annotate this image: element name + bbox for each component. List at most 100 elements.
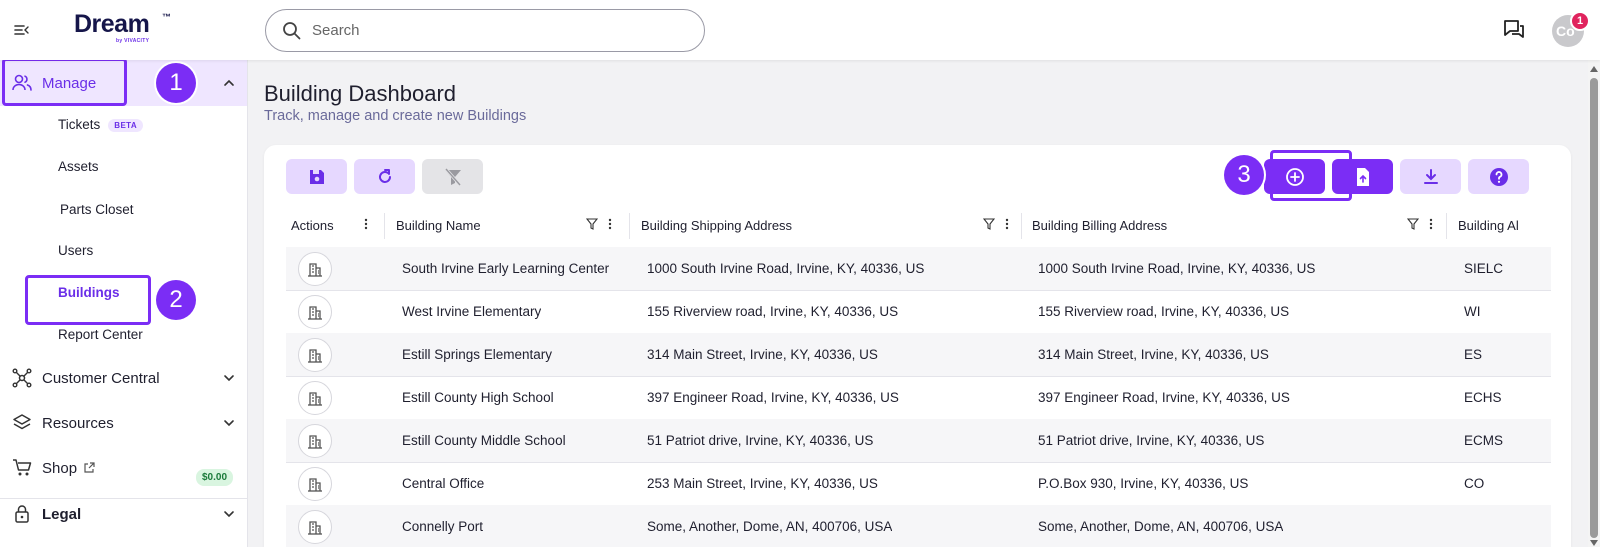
table-header: Actions Building Name Building Shipping … bbox=[286, 205, 1551, 247]
cell-building-name: Central Office bbox=[402, 476, 485, 491]
search-bar[interactable] bbox=[265, 9, 705, 52]
column-menu-icon bbox=[608, 218, 612, 230]
cell-building-name: Estill County High School bbox=[402, 390, 554, 405]
sidebar-item-customer-central[interactable]: Customer Central bbox=[12, 368, 160, 388]
table-row[interactable]: South Irvine Early Learning Center 1000 … bbox=[286, 247, 1551, 291]
chevron-down-icon[interactable] bbox=[222, 371, 236, 385]
column-tools[interactable] bbox=[586, 218, 612, 230]
page-scrollbar[interactable] bbox=[1588, 60, 1600, 547]
layers-icon bbox=[12, 413, 32, 433]
collapse-menu-icon[interactable] bbox=[12, 20, 32, 40]
building-icon[interactable] bbox=[298, 467, 332, 501]
cell-billing-address: 155 Riverview road, Irvine, KY, 40336, U… bbox=[1038, 304, 1290, 319]
column-header-shipping-address[interactable]: Building Shipping Address bbox=[641, 218, 792, 233]
sidebar-item-shop[interactable]: Shop bbox=[12, 458, 95, 478]
cell-building-name: Connelly Port bbox=[402, 519, 484, 534]
column-separator[interactable] bbox=[384, 213, 385, 239]
cell-billing-address: 397 Engineer Road, Irvine, KY, 40336, US bbox=[1038, 390, 1290, 405]
highlight-add-button bbox=[1270, 150, 1352, 201]
column-tools[interactable] bbox=[1407, 218, 1433, 230]
cell-building-abbreviation: CO bbox=[1464, 476, 1485, 491]
file-upload-icon bbox=[1356, 167, 1369, 186]
refresh-icon bbox=[378, 168, 391, 183]
messages-icon[interactable] bbox=[1503, 19, 1527, 43]
table-row[interactable]: Estill Springs Elementary 314 Main Stree… bbox=[286, 333, 1551, 377]
cell-billing-address: 314 Main Street, Irvine, KY, 40336, US bbox=[1038, 347, 1269, 362]
sidebar-subitem-tickets[interactable]: Tickets BETA bbox=[58, 117, 144, 132]
logo-byline: by VIVACITY bbox=[116, 38, 150, 44]
step-marker-2: 2 bbox=[156, 280, 196, 320]
cell-shipping-address: 51 Patriot drive, Irvine, KY, 40336, US bbox=[647, 433, 874, 448]
table-row[interactable]: Estill County High School 397 Engineer R… bbox=[286, 376, 1551, 420]
logo-trademark: ™ bbox=[162, 12, 171, 22]
refresh-button[interactable] bbox=[354, 159, 415, 194]
cell-building-abbreviation: WI bbox=[1464, 304, 1481, 319]
cell-shipping-address: 1000 South Irvine Road, Irvine, KY, 4033… bbox=[647, 261, 925, 276]
filter-icon bbox=[586, 218, 598, 230]
column-header-building-abbreviation[interactable]: Building Al bbox=[1458, 218, 1551, 233]
cell-building-name: West Irvine Elementary bbox=[402, 304, 542, 319]
chevron-up-icon[interactable] bbox=[222, 76, 236, 90]
building-icon[interactable] bbox=[298, 510, 332, 544]
building-icon[interactable] bbox=[298, 252, 332, 286]
cell-building-abbreviation: SIELC bbox=[1464, 261, 1504, 276]
sidebar-subitem-assets[interactable]: Assets bbox=[58, 159, 99, 174]
sidebar-divider bbox=[0, 498, 247, 499]
column-header-building-name[interactable]: Building Name bbox=[396, 218, 481, 233]
cell-billing-address: 51 Patriot drive, Irvine, KY, 40336, US bbox=[1038, 433, 1265, 448]
building-icon[interactable] bbox=[298, 338, 332, 372]
sidebar-subitem-report-center[interactable]: Report Center bbox=[58, 327, 143, 342]
building-icon[interactable] bbox=[298, 295, 332, 329]
shop-balance-badge: $0.00 bbox=[196, 469, 234, 486]
cell-building-abbreviation: ECMS bbox=[1464, 433, 1504, 448]
sidebar-item-resources-label: Resources bbox=[42, 414, 114, 432]
scroll-down-arrow[interactable] bbox=[1590, 540, 1598, 546]
table-row[interactable]: West Irvine Elementary 155 Riverview roa… bbox=[286, 290, 1551, 334]
highlight-manage bbox=[2, 58, 127, 106]
logo-wordmark: Dream bbox=[74, 10, 150, 38]
save-button[interactable] bbox=[286, 159, 347, 194]
building-icon[interactable] bbox=[298, 424, 332, 458]
beta-badge: BETA bbox=[108, 118, 144, 132]
sidebar-item-resources[interactable]: Resources bbox=[12, 413, 114, 433]
filter-off-icon bbox=[444, 167, 461, 186]
column-header-actions: Actions bbox=[291, 218, 334, 233]
external-link-icon bbox=[83, 462, 95, 474]
download-button[interactable] bbox=[1400, 159, 1461, 194]
cell-building-abbreviation: ES bbox=[1464, 347, 1483, 362]
sidebar-item-legal[interactable]: Legal bbox=[12, 504, 81, 524]
dream-logo[interactable]: Dream ™ by VIVACITY bbox=[74, 10, 174, 50]
search-input[interactable] bbox=[312, 22, 692, 39]
scroll-thumb[interactable] bbox=[1590, 78, 1598, 538]
step-marker-3: 3 bbox=[1224, 155, 1264, 195]
column-tools[interactable] bbox=[983, 218, 1009, 230]
cell-shipping-address: 397 Engineer Road, Irvine, KY, 40336, US bbox=[647, 390, 899, 405]
building-icon[interactable] bbox=[298, 381, 332, 415]
cell-building-name: South Irvine Early Learning Center bbox=[402, 261, 610, 276]
column-menu-icon[interactable] bbox=[364, 218, 368, 230]
sidebar-item-legal-label: Legal bbox=[42, 505, 82, 523]
clear-filters-button[interactable] bbox=[422, 159, 483, 194]
sidebar-item-customer-central-label: Customer Central bbox=[42, 369, 160, 387]
sidebar-subitem-parts-closet[interactable]: Parts Closet bbox=[60, 202, 134, 217]
sidebar-subitem-users[interactable]: Users bbox=[58, 243, 93, 258]
cell-billing-address: P.O.Box 930, Irvine, KY, 40336, US bbox=[1038, 476, 1249, 491]
column-separator[interactable] bbox=[1446, 213, 1447, 239]
cell-billing-address: Some, Another, Dome, AN, 400706, USA bbox=[1038, 519, 1284, 534]
help-button[interactable] bbox=[1468, 159, 1529, 194]
table-row[interactable]: Connelly Port Some, Another, Dome, AN, 4… bbox=[286, 505, 1551, 547]
network-icon bbox=[12, 368, 32, 388]
chevron-down-icon[interactable] bbox=[222, 416, 236, 430]
sidebar-item-shop-label: Shop bbox=[42, 459, 78, 477]
column-separator[interactable] bbox=[629, 213, 630, 239]
column-separator[interactable] bbox=[1021, 213, 1022, 239]
cell-building-name: Estill County Middle School bbox=[402, 433, 566, 448]
top-header: Dream ™ by VIVACITY Co 1 bbox=[0, 0, 1600, 60]
scroll-up-arrow[interactable] bbox=[1590, 66, 1598, 72]
table-row[interactable]: Estill County Middle School 51 Patriot d… bbox=[286, 419, 1551, 463]
column-header-billing-address[interactable]: Building Billing Address bbox=[1032, 218, 1167, 233]
chevron-down-icon[interactable] bbox=[222, 507, 236, 521]
table-row[interactable]: Central Office 253 Main Street, Irvine, … bbox=[286, 462, 1551, 506]
column-menu-icon bbox=[1429, 218, 1433, 230]
download-icon bbox=[1423, 168, 1438, 184]
